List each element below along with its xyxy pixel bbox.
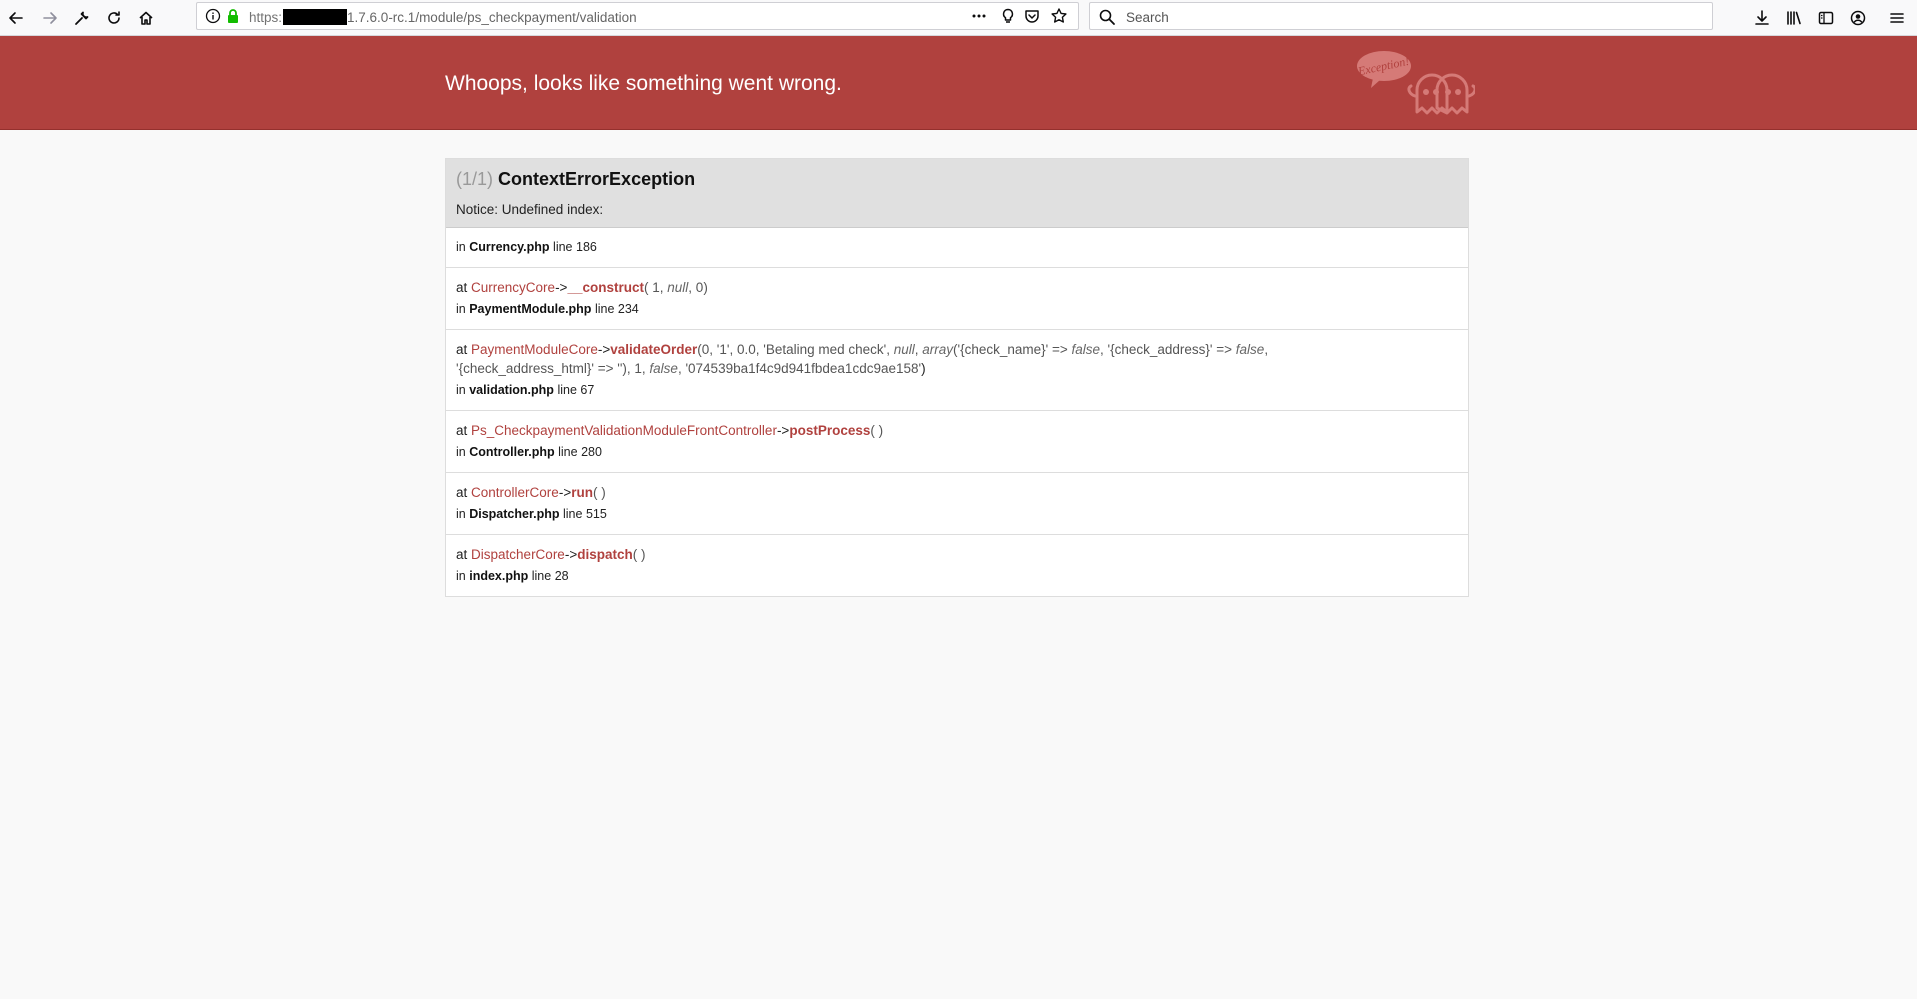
- forward-button[interactable]: [38, 6, 62, 30]
- trace-call: at Ps_CheckpaymentValidationModuleFrontC…: [456, 423, 884, 438]
- error-header-title: Whoops, looks like something went wrong.: [445, 72, 842, 95]
- trace-location: in Dispatcher.php line 515: [456, 507, 607, 521]
- trace-file: Dispatcher.php: [469, 507, 560, 521]
- trace-method: validateOrder: [610, 342, 698, 357]
- search-icon: [1099, 9, 1115, 25]
- reload-icon: [108, 11, 120, 24]
- url-path: 1.7.6.0-rc.1/module/ps_checkpayment/vali…: [347, 10, 637, 25]
- sidebar-button[interactable]: [1814, 6, 1838, 30]
- more-dots-icon: [972, 14, 986, 18]
- exception-title: (1/1) ContextErrorException: [456, 169, 1458, 190]
- page-actions-button[interactable]: [970, 7, 988, 30]
- bookmark-star-button[interactable]: [1050, 7, 1068, 30]
- library-icon: [1787, 11, 1801, 25]
- trace-location: in PaymentModule.php line 234: [456, 302, 639, 316]
- search-input[interactable]: [1124, 6, 1688, 28]
- exception-message: Notice: Undefined index:: [456, 202, 604, 217]
- downloads-button[interactable]: [1750, 6, 1774, 30]
- trace-row-origin: in Currency.php line 186: [446, 228, 1468, 268]
- url-text[interactable]: https: 1.7.6.0-rc.1/module/ps_checkpaymen…: [249, 9, 637, 25]
- trace-file: validation.php: [469, 383, 554, 397]
- hamburger-menu-icon: [1890, 13, 1904, 23]
- redacted-domain: [283, 9, 348, 25]
- trace-call: at PaymentModuleCore->validateOrder(0, '…: [456, 342, 1269, 376]
- trace-row: at CurrencyCore->__construct( 1, null, 0…: [446, 268, 1468, 330]
- pocket-button[interactable]: [1023, 7, 1041, 30]
- star-icon: [1051, 8, 1067, 23]
- download-icon: [1755, 10, 1769, 25]
- reload-button[interactable]: [102, 6, 126, 30]
- trace-line: 28: [554, 569, 569, 583]
- back-button[interactable]: [4, 6, 28, 30]
- home-button[interactable]: [134, 6, 158, 30]
- trace-file: PaymentModule.php: [469, 302, 592, 316]
- trace-method: run: [571, 485, 593, 500]
- trace-location: in validation.php line 67: [456, 383, 595, 397]
- trace-method: dispatch: [577, 547, 633, 562]
- exception-name: ContextErrorException: [498, 169, 696, 189]
- trace-class: ControllerCore: [471, 485, 559, 500]
- developer-tools-button[interactable]: [70, 6, 94, 30]
- library-button[interactable]: [1782, 6, 1806, 30]
- trace-line: 280: [581, 445, 602, 459]
- exception-panel: (1/1) ContextErrorException Notice: Unde…: [445, 158, 1469, 597]
- home-icon: [139, 11, 153, 25]
- reader-tip-button[interactable]: [999, 7, 1017, 30]
- trace-line: 186: [576, 240, 597, 254]
- trace-class: PaymentModuleCore: [471, 342, 598, 357]
- account-icon: [1850, 10, 1866, 26]
- account-button[interactable]: [1846, 6, 1870, 30]
- pocket-icon: [1025, 10, 1039, 23]
- exception-header: (1/1) ContextErrorException Notice: Unde…: [446, 159, 1468, 228]
- menu-button[interactable]: [1885, 6, 1909, 30]
- back-arrow-icon: [9, 12, 23, 24]
- browser-toolbar: https: 1.7.6.0-rc.1/module/ps_checkpaymen…: [0, 0, 1917, 36]
- trace-row: at ControllerCore->run( ) in Dispatcher.…: [446, 473, 1468, 535]
- trace-file: Currency.php: [469, 240, 550, 254]
- trace-file: index.php: [469, 569, 529, 583]
- wrench-icon: [75, 11, 89, 25]
- trace-line: 515: [585, 507, 607, 521]
- trace-call: at ControllerCore->run( ): [456, 485, 606, 500]
- lightbulb-icon: [1002, 8, 1014, 23]
- trace-row: at Ps_CheckpaymentValidationModuleFrontC…: [446, 411, 1468, 473]
- search-bar[interactable]: [1089, 2, 1713, 30]
- lock-icon[interactable]: [225, 8, 241, 24]
- trace-class: CurrencyCore: [471, 280, 556, 295]
- trace-file: Controller.php: [469, 445, 555, 459]
- trace-class: DispatcherCore: [471, 547, 565, 562]
- exception-count: (1/1): [456, 169, 494, 189]
- trace-location: in Controller.php line 280: [456, 445, 602, 459]
- trace-call: at CurrencyCore->__construct( 1, null, 0…: [456, 280, 708, 295]
- url-scheme: https:: [249, 10, 283, 25]
- sidebar-icon: [1818, 11, 1834, 25]
- trace-line: 234: [617, 302, 639, 316]
- error-header: Whoops, looks like something went wrong.…: [0, 36, 1917, 130]
- trace-call: at DispatcherCore->dispatch( ): [456, 547, 646, 562]
- trace-row: at PaymentModuleCore->validateOrder(0, '…: [446, 330, 1468, 411]
- trace-location: in Currency.php line 186: [456, 240, 597, 254]
- info-icon[interactable]: [205, 8, 221, 24]
- exception-ghost-logo: Exception!: [1356, 51, 1475, 115]
- trace-location: in index.php line 28: [456, 569, 569, 583]
- trace-row: at DispatcherCore->dispatch( ) in index.…: [446, 535, 1468, 596]
- trace-method: postProcess: [789, 423, 871, 438]
- trace-line: 67: [580, 383, 595, 397]
- trace-method: __construct: [567, 280, 644, 295]
- url-bar[interactable]: https: 1.7.6.0-rc.1/module/ps_checkpaymen…: [196, 2, 1079, 30]
- trace-class: Ps_CheckpaymentValidationModuleFrontCont…: [471, 423, 777, 438]
- forward-arrow-icon: [43, 12, 57, 24]
